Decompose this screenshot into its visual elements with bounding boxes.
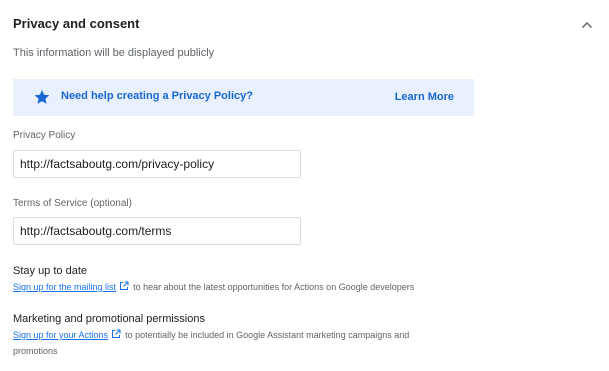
banner-message: Need help creating a Privacy Policy?	[61, 90, 253, 102]
terms-of-service-input[interactable]	[14, 218, 300, 244]
mailing-list-link[interactable]: Sign up for the mailing list	[13, 282, 116, 292]
terms-of-service-field	[13, 217, 301, 245]
terms-of-service-label: Terms of Service (optional)	[13, 198, 132, 209]
section-subtitle: This information will be displayed publi…	[13, 47, 215, 59]
chevron-up-icon[interactable]	[580, 18, 594, 32]
section-title: Privacy and consent	[13, 16, 140, 31]
open-in-new-icon[interactable]	[119, 281, 129, 291]
section-header[interactable]: Privacy and consent	[13, 16, 609, 36]
stay-up-to-date-title: Stay up to date	[13, 265, 87, 277]
marketing-text: Sign up for your Actions to potentially b…	[13, 327, 453, 359]
privacy-consent-section: Privacy and consent This information wil…	[0, 0, 609, 371]
stay-up-to-date-text: Sign up for the mailing list to hear abou…	[13, 279, 483, 295]
privacy-policy-input[interactable]	[14, 151, 300, 177]
sign-up-actions-link[interactable]: Sign up for your Actions	[13, 330, 108, 340]
privacy-policy-label: Privacy Policy	[13, 130, 76, 141]
star-icon	[34, 89, 50, 104]
mailing-list-description: to hear about the latest opportunities f…	[133, 282, 415, 292]
marketing-title: Marketing and promotional permissions	[13, 313, 205, 325]
privacy-help-banner: Need help creating a Privacy Policy? Lea…	[13, 79, 474, 116]
privacy-policy-field	[13, 150, 301, 178]
open-in-new-icon[interactable]	[111, 329, 121, 339]
learn-more-link[interactable]: Learn More	[395, 91, 454, 103]
